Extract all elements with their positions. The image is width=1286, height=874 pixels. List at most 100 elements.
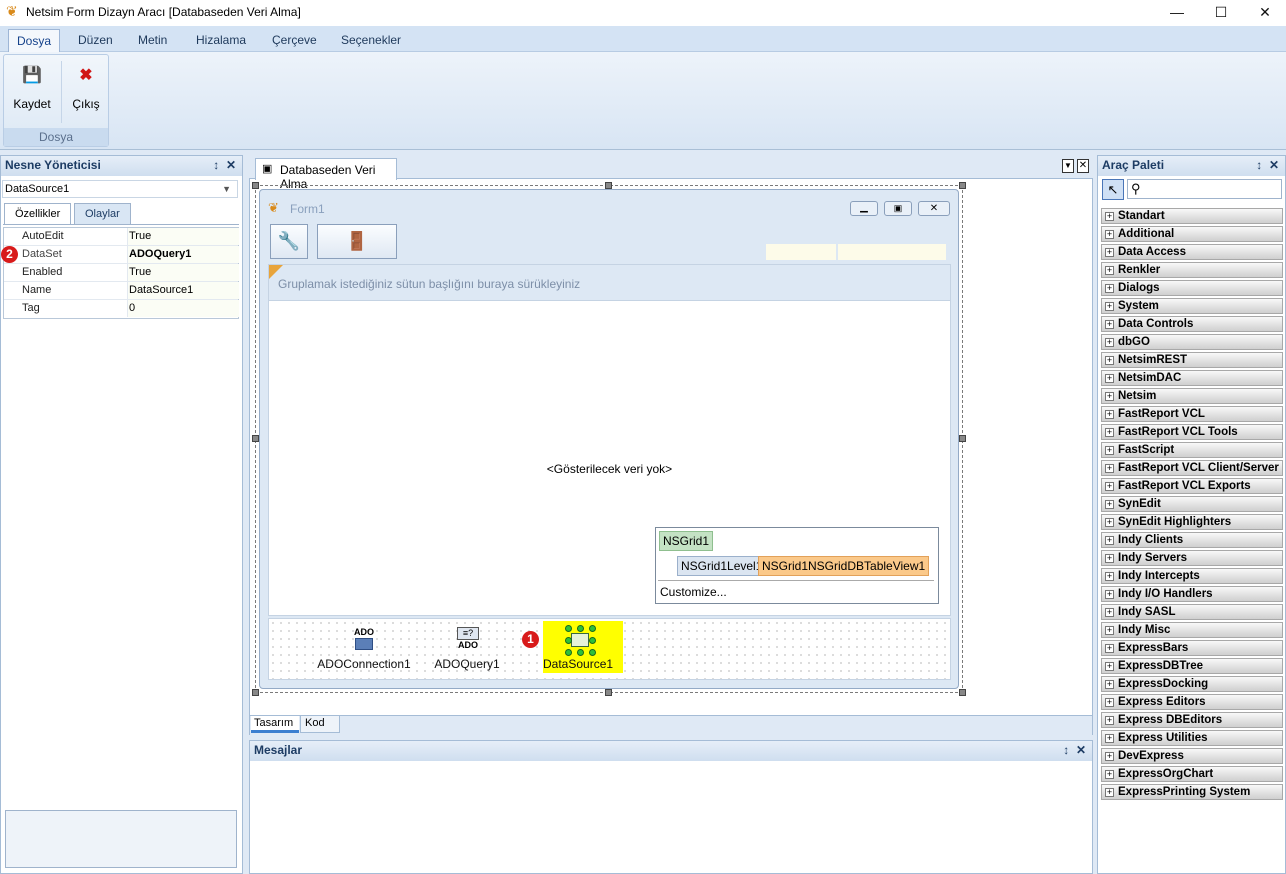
resize-handle[interactable]: [252, 182, 259, 189]
grid-view-node[interactable]: NSGrid1NSGridDBTableView1: [758, 556, 930, 576]
tab-close-icon[interactable]: ✕: [1077, 159, 1089, 173]
save-button[interactable]: 💾 Kaydet: [6, 65, 58, 115]
palette-category[interactable]: + Indy Misc: [1101, 622, 1283, 638]
tab-events[interactable]: Olaylar: [74, 203, 131, 224]
group-by-box[interactable]: Gruplamak istediğiniz sütun başlığını bu…: [269, 265, 950, 301]
palette-category[interactable]: + Data Controls: [1101, 316, 1283, 332]
palette-category[interactable]: + Standart: [1101, 208, 1283, 224]
palette-category[interactable]: + FastReport VCL Tools: [1101, 424, 1283, 440]
palette-category[interactable]: + FastReport VCL Client/Server: [1101, 460, 1283, 476]
resize-handle[interactable]: [605, 689, 612, 696]
pin-icon[interactable]: ↕: [1063, 743, 1069, 757]
resize-handle[interactable]: [252, 435, 259, 442]
palette-category[interactable]: + NetsimREST: [1101, 352, 1283, 368]
property-value[interactable]: True: [127, 264, 239, 281]
property-value[interactable]: DataSource1: [127, 282, 239, 299]
palette-category[interactable]: + ExpressBars: [1101, 640, 1283, 656]
palette-category[interactable]: + Indy Servers: [1101, 550, 1283, 566]
resize-handle[interactable]: [959, 689, 966, 696]
close-window-button[interactable]: ✕: [1242, 0, 1286, 26]
tab-code[interactable]: Kod: [300, 716, 340, 733]
tab-cerceve[interactable]: Çerçeve: [264, 29, 325, 52]
property-row[interactable]: DataSet ADOQuery1: [4, 246, 239, 264]
ado-query-icon[interactable]: ≡? ADO: [453, 627, 483, 655]
pointer-arrow-icon[interactable]: ↖: [1102, 179, 1124, 200]
datasource-label: DataSource1: [543, 657, 614, 671]
document-tab[interactable]: ▣ Databaseden Veri Alma: [255, 158, 397, 191]
palette-category[interactable]: + Netsim: [1101, 388, 1283, 404]
palette-category[interactable]: + Indy I/O Handlers: [1101, 586, 1283, 602]
form-minimize-button[interactable]: ▁: [850, 201, 878, 216]
palette-category[interactable]: + Data Access: [1101, 244, 1283, 260]
palette-category[interactable]: + Dialogs: [1101, 280, 1283, 296]
palette-search-input[interactable]: ⚲: [1127, 179, 1282, 199]
property-row[interactable]: Enabled True: [4, 264, 239, 282]
property-row[interactable]: Tag 0: [4, 300, 239, 318]
palette-category[interactable]: + Express Editors: [1101, 694, 1283, 710]
grid-level-node[interactable]: NSGrid1Level1: [677, 556, 767, 576]
ribbon: 💾 Kaydet ✖ Çıkış Dosya: [0, 52, 1286, 150]
palette-category-label: ExpressDBTree: [1118, 660, 1204, 672]
data-grid[interactable]: Gruplamak istediğiniz sütun başlığını bu…: [268, 264, 951, 616]
palette-category[interactable]: + Express DBEditors: [1101, 712, 1283, 728]
ado-connection-icon[interactable]: ADO: [349, 627, 379, 655]
wrench-settings-button[interactable]: 🔧: [270, 224, 308, 259]
palette-category[interactable]: + FastScript: [1101, 442, 1283, 458]
resize-handle[interactable]: [959, 182, 966, 189]
panel-close-icon[interactable]: ✕: [226, 158, 236, 172]
form-restore-button[interactable]: ▣: [884, 201, 912, 216]
panel-close-icon[interactable]: ✕: [1269, 158, 1279, 172]
palette-category[interactable]: + DevExpress: [1101, 748, 1283, 764]
palette-category[interactable]: + Additional: [1101, 226, 1283, 242]
palette-category[interactable]: + ExpressDBTree: [1101, 658, 1283, 674]
palette-category[interactable]: + Indy Intercepts: [1101, 568, 1283, 584]
palette-category[interactable]: + ExpressOrgChart: [1101, 766, 1283, 782]
form-close-button[interactable]: ✕: [918, 201, 950, 216]
tab-design[interactable]: Tasarım: [251, 716, 299, 733]
tab-hizalama[interactable]: Hizalama: [188, 29, 254, 52]
palette-category[interactable]: + dbGO: [1101, 334, 1283, 350]
resize-handle[interactable]: [252, 689, 259, 696]
panel-close-icon[interactable]: ✕: [1076, 743, 1086, 757]
minimize-button[interactable]: —: [1154, 0, 1200, 26]
expand-plus-icon: +: [1105, 373, 1114, 383]
tab-duzen[interactable]: Düzen: [70, 29, 121, 52]
palette-category[interactable]: + SynEdit: [1101, 496, 1283, 512]
property-row[interactable]: AutoEdit True: [4, 228, 239, 246]
property-value[interactable]: ADOQuery1: [127, 246, 239, 263]
palette-category-label: Express DBEditors: [1118, 714, 1223, 726]
palette-category[interactable]: + Indy Clients: [1101, 532, 1283, 548]
property-row[interactable]: Name DataSource1: [4, 282, 239, 300]
pin-icon[interactable]: ↕: [213, 158, 219, 172]
palette-category[interactable]: + Renkler: [1101, 262, 1283, 278]
palette-category[interactable]: + ExpressPrinting System: [1101, 784, 1283, 800]
pin-icon[interactable]: ↕: [1256, 158, 1262, 172]
tab-metin[interactable]: Metin: [130, 29, 175, 52]
object-inspector-header: Nesne Yöneticisi ↕ ✕: [1, 156, 242, 176]
object-selector[interactable]: DataSource1 ▼: [2, 180, 238, 198]
grid-root-node[interactable]: NSGrid1: [659, 531, 714, 551]
exit-door-button[interactable]: 🚪: [317, 224, 397, 259]
palette-category[interactable]: + Express Utilities: [1101, 730, 1283, 746]
property-value[interactable]: True: [127, 228, 239, 245]
resize-handle[interactable]: [605, 182, 612, 189]
tab-dosya[interactable]: Dosya: [8, 29, 61, 52]
palette-category[interactable]: + FastReport VCL Exports: [1101, 478, 1283, 494]
resize-handle[interactable]: [959, 435, 966, 442]
palette-category[interactable]: + FastReport VCL: [1101, 406, 1283, 422]
tab-secenekler[interactable]: Seçenekler: [333, 29, 409, 52]
exit-button[interactable]: ✖ Çıkış: [60, 65, 112, 115]
tab-list-dropdown-icon[interactable]: ▼: [1062, 159, 1074, 173]
tab-properties[interactable]: Özellikler: [4, 203, 72, 224]
expand-plus-icon: +: [1105, 571, 1114, 581]
palette-category[interactable]: + ExpressDocking: [1101, 676, 1283, 692]
palette-category[interactable]: + Indy SASL: [1101, 604, 1283, 620]
property-value[interactable]: 0: [127, 300, 239, 317]
maximize-button[interactable]: ☐: [1198, 0, 1244, 26]
palette-category[interactable]: + NetsimDAC: [1101, 370, 1283, 386]
palette-category[interactable]: + System: [1101, 298, 1283, 314]
form-window[interactable]: ❦ Form1 ▁ ▣ ✕ 🔧 🚪 Gruplamak istediğiniz …: [259, 189, 959, 689]
customize-menu-item[interactable]: Customize...: [660, 585, 727, 599]
datasource-component[interactable]: DataSource1: [543, 621, 623, 673]
palette-category[interactable]: + SynEdit Highlighters: [1101, 514, 1283, 530]
